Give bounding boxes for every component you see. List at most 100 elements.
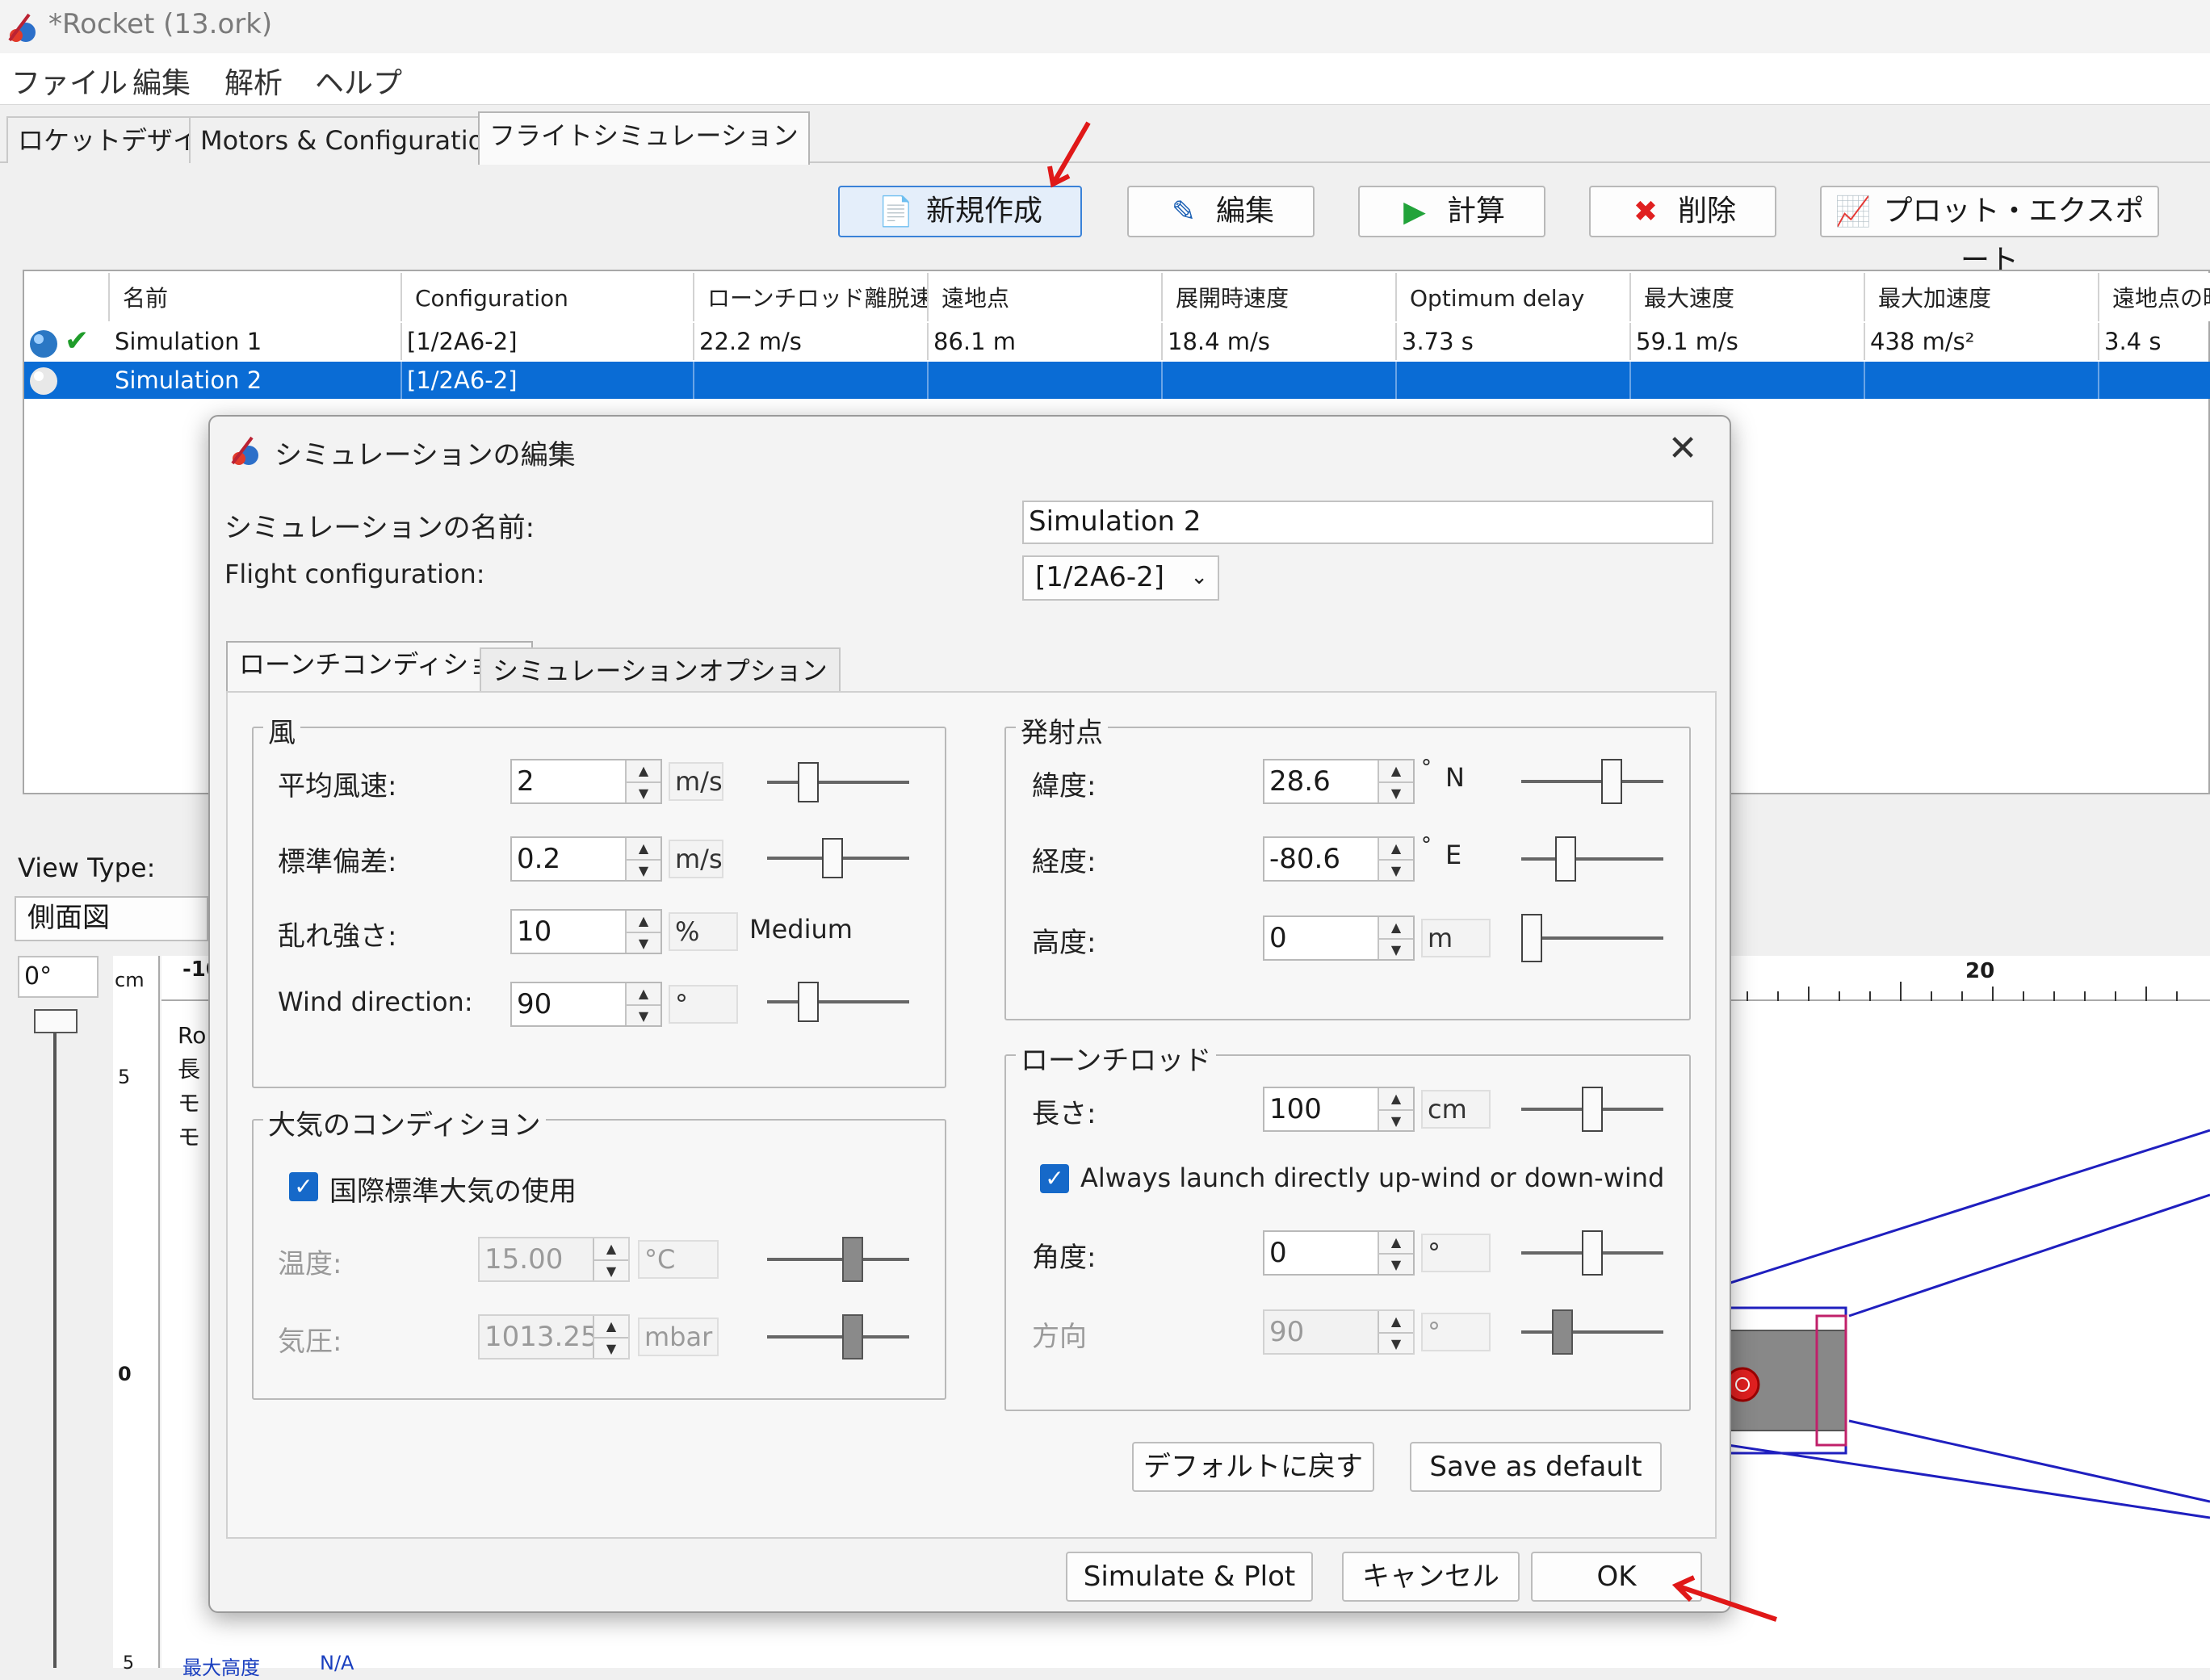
simulate-plot-button[interactable]: Simulate & Plot (1066, 1552, 1313, 1602)
launch-site-group-label: 発射点 (1016, 710, 1108, 750)
altitude-unit[interactable]: m (1421, 919, 1491, 957)
new-document-icon: 📄 (877, 195, 914, 228)
latitude-label: 緯度: (1032, 770, 1097, 802)
tab-motors-configuration[interactable]: Motors & Configuration (189, 116, 512, 163)
spinner-arrows[interactable]: ▲ ▼ (1378, 917, 1413, 959)
tab-simulation-options[interactable]: シミュレーションオプション (480, 647, 841, 693)
altitude-slider[interactable] (1521, 914, 1663, 962)
cell-launch-rod-velocity: 22.2 m/s (694, 323, 929, 360)
pressure-label: 気圧: (278, 1326, 342, 1358)
spinner-arrows[interactable]: ▲ ▼ (1378, 1311, 1413, 1353)
column-header-max-acceleration[interactable]: 最大加速度 (1865, 273, 2099, 321)
spinner-arrows[interactable]: ▲ ▼ (625, 838, 660, 880)
avg-wind-speed-unit[interactable]: m/s (669, 762, 723, 801)
column-header-optimum-delay[interactable]: Optimum delay (1397, 273, 1631, 321)
cell-time-to-apogee (2099, 362, 2210, 399)
spinner-arrows[interactable]: ▲ ▼ (1378, 760, 1413, 802)
rod-direction-slider[interactable] (1521, 1309, 1663, 1355)
run-simulation-button[interactable]: ▶ 計算 (1358, 186, 1545, 237)
wind-group-label: 風 (263, 710, 300, 750)
turbulence-spinner[interactable]: 10 ▲ ▼ (510, 909, 662, 954)
menu-edit[interactable]: 編集 (132, 60, 191, 102)
vertical-ruler (113, 956, 160, 1668)
longitude-slider[interactable] (1521, 836, 1663, 882)
wind-std-dev-unit[interactable]: m/s (669, 840, 723, 878)
plot-export-button[interactable]: 📈 プロット・エクスポート (1820, 186, 2159, 277)
app-logo-icon (231, 436, 258, 465)
cancel-button[interactable]: キャンセル (1342, 1552, 1520, 1602)
column-header-deploy-velocity[interactable]: 展開時速度 (1163, 273, 1397, 321)
rod-length-spinner[interactable]: 100 ▲ ▼ (1263, 1087, 1415, 1132)
delete-simulation-button[interactable]: ✖ 削除 (1589, 186, 1776, 237)
menu-analyze[interactable]: 解析 (224, 60, 283, 102)
tab-flight-simulation[interactable]: フライトシミュレーション (478, 111, 810, 165)
cell-optimum-delay (1397, 362, 1631, 399)
rod-length-slider[interactable] (1521, 1087, 1663, 1132)
view-type-label: View Type: (18, 853, 156, 883)
column-header-configuration[interactable]: Configuration (402, 273, 694, 321)
close-icon[interactable]: ✕ (1660, 428, 1705, 473)
save-default-button[interactable]: Save as default (1410, 1442, 1662, 1492)
rotation-slider-thumb[interactable] (34, 1009, 78, 1033)
temperature-unit[interactable]: °C (638, 1240, 719, 1279)
spinner-arrows[interactable]: ▲ ▼ (625, 911, 660, 953)
launch-rod-group-label: ローンチロッド (1016, 1038, 1217, 1078)
ruler-ticks (1747, 982, 2178, 1001)
column-header-apogee[interactable]: 遠地点 (929, 273, 1163, 321)
rocket-info-text: Ro 長 モモ (178, 1022, 207, 1150)
cell-apogee: 86.1 m (929, 323, 1163, 360)
simulation-name-input[interactable]: Simulation 2 (1022, 501, 1713, 544)
rod-direction-unit: ° (1421, 1313, 1491, 1351)
wind-std-dev-spinner[interactable]: 0.2 ▲ ▼ (510, 836, 662, 882)
rotation-angle-field[interactable]: 0° (18, 956, 99, 998)
reset-default-button[interactable]: デフォルトに戻す (1132, 1442, 1374, 1492)
temperature-spinner[interactable]: 15.00 ▲ ▼ (478, 1237, 630, 1282)
pressure-spinner[interactable]: 1013.25 ▲ ▼ (478, 1314, 630, 1360)
table-row-selected[interactable]: Simulation 2 [1/2A6-2] (24, 362, 2210, 399)
app-logo-icon (8, 13, 36, 42)
column-header-name[interactable]: 名前 (110, 273, 402, 321)
rod-direction-spinner[interactable]: 90 ▲ ▼ (1263, 1309, 1415, 1355)
menu-help[interactable]: ヘルプ (315, 60, 402, 102)
altitude-label: 高度: (1032, 927, 1097, 959)
altitude-spinner[interactable]: 0 ▲ ▼ (1263, 915, 1415, 961)
rod-angle-unit: ° (1421, 1234, 1491, 1272)
dialog-title: シミュレーションの編集 (275, 439, 576, 471)
latitude-slider[interactable] (1521, 759, 1663, 804)
wind-std-dev-slider[interactable] (767, 838, 909, 878)
pressure-unit[interactable]: mbar (638, 1318, 719, 1356)
edit-icon: ✎ (1171, 195, 1197, 228)
pressure-slider[interactable] (767, 1314, 909, 1360)
latitude-spinner[interactable]: 28.6 ▲ ▼ (1263, 759, 1415, 804)
longitude-spinner[interactable]: -80.6 ▲ ▼ (1263, 836, 1415, 882)
temperature-slider[interactable] (767, 1237, 909, 1282)
spinner-arrows[interactable]: ▲ ▼ (593, 1316, 628, 1358)
ruler-tick-label: 0 (118, 1363, 132, 1385)
table-row[interactable]: ✔ Simulation 1 [1/2A6-2] 22.2 m/s 86.1 m… (24, 323, 2210, 360)
column-header-time-to-apogee[interactable]: 遠地点の時 (2099, 273, 2210, 321)
rod-length-unit[interactable]: cm (1421, 1090, 1491, 1129)
spinner-arrows[interactable]: ▲ ▼ (1378, 838, 1413, 880)
rod-angle-spinner[interactable]: 0 ▲ ▼ (1263, 1230, 1415, 1276)
cell-config: [1/2A6-2] (402, 323, 694, 360)
view-type-select[interactable]: 側面図 (15, 896, 208, 941)
avg-wind-speed-spinner[interactable]: 2 ▲ ▼ (510, 759, 662, 804)
rod-angle-slider[interactable] (1521, 1230, 1663, 1276)
spinner-arrows[interactable]: ▲ ▼ (1378, 1088, 1413, 1130)
spinner-arrows[interactable]: ▲ ▼ (625, 983, 660, 1025)
spinner-arrows[interactable]: ▲ ▼ (625, 760, 660, 802)
isa-checkbox[interactable]: ✓ (289, 1172, 318, 1201)
edit-simulation-button[interactable]: ✎ 編集 (1127, 186, 1315, 237)
column-header-launch-rod-velocity[interactable]: ローンチロッド離脱速度 (694, 273, 929, 321)
menu-file[interactable]: ファイル (11, 60, 128, 102)
spinner-arrows[interactable]: ▲ ▼ (1378, 1232, 1413, 1274)
avg-wind-speed-slider[interactable] (767, 762, 909, 802)
wind-direction-spinner[interactable]: 90 ▲ ▼ (510, 982, 662, 1027)
spinner-arrows[interactable]: ▲ ▼ (593, 1238, 628, 1280)
always-upwind-checkbox[interactable]: ✓ (1040, 1164, 1069, 1193)
turbulence-unit[interactable]: % (669, 912, 738, 951)
flight-configuration-select[interactable]: [1/2A6-2] ⌄ (1022, 555, 1219, 601)
wind-direction-slider[interactable] (767, 982, 909, 1022)
cell-deploy-velocity (1163, 362, 1397, 399)
column-header-max-velocity[interactable]: 最大速度 (1631, 273, 1865, 321)
